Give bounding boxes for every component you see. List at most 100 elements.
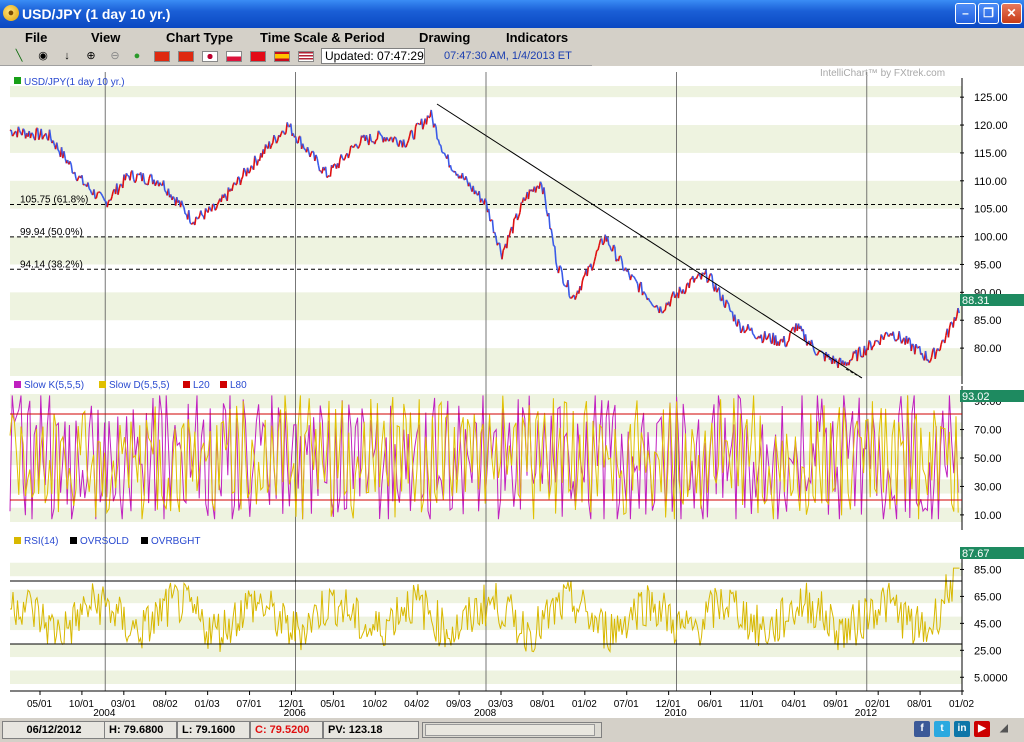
x-tick-label: 01/03 <box>195 699 220 710</box>
price-up-segment <box>279 133 282 138</box>
menu-drawing[interactable]: Drawing <box>419 30 470 45</box>
price-down-segment <box>377 130 381 134</box>
price-up-segment <box>900 340 904 344</box>
line-tool-icon[interactable]: ╲ <box>12 49 26 63</box>
arrow-down-icon[interactable]: ↓ <box>60 49 74 63</box>
price-up-segment <box>662 310 665 314</box>
history-scrollbar[interactable] <box>422 722 602 738</box>
l80-swatch <box>220 381 227 388</box>
chart-area[interactable]: IntelliChart™ by FXtrek.com USD/JPY(1 da… <box>0 66 1024 719</box>
china-flag-icon[interactable] <box>154 51 170 62</box>
target-icon[interactable]: ◉ <box>36 49 50 63</box>
turkey-flag-icon[interactable] <box>250 51 266 62</box>
price-down-segment <box>426 115 430 118</box>
price-up-segment <box>42 134 46 137</box>
price-down-segment <box>642 291 646 294</box>
menu-indicators[interactable]: Indicators <box>506 30 568 45</box>
price-up-segment <box>148 174 152 179</box>
menu-view[interactable]: View <box>91 30 120 45</box>
x-tick-label: 07/01 <box>614 699 639 710</box>
ovrsold-swatch <box>70 537 77 544</box>
fib-level-label: 105.75 (61.8%) <box>20 195 88 206</box>
zoom-out-icon[interactable]: ⊖ <box>108 49 122 63</box>
price-up-segment <box>326 175 329 179</box>
price-down-segment <box>644 292 647 296</box>
price-up-segment <box>248 170 251 174</box>
y-tick-label: 95.00 <box>974 259 1002 271</box>
minimize-button[interactable]: – <box>955 3 976 24</box>
youtube-icon[interactable]: ▶ <box>974 721 990 737</box>
price-down-segment <box>885 331 888 334</box>
price-down-segment <box>480 198 484 202</box>
price-down-segment <box>608 244 611 247</box>
x-tick-label: 01/02 <box>949 699 974 710</box>
rsi-swatch <box>14 537 21 544</box>
japan-flag-icon[interactable] <box>202 51 218 62</box>
y-tick-label: 25.00 <box>974 645 1002 657</box>
rsi-label: RSI(14) <box>24 536 58 547</box>
price-down-segment <box>880 334 884 338</box>
price-down-segment <box>652 305 655 308</box>
chart-svg[interactable]: IntelliChart™ by FXtrek.com USD/JPY(1 da… <box>0 66 1024 719</box>
y-tick-label: 30.00 <box>974 481 1002 493</box>
y-tick-label: 115.00 <box>974 148 1007 160</box>
price-down-segment <box>650 301 653 305</box>
stoch-last-value: 93.02 <box>962 391 990 403</box>
price-up-segment <box>352 145 355 149</box>
price-up-segment <box>76 177 80 182</box>
price-down-segment <box>386 137 389 141</box>
spain-flag-icon[interactable] <box>274 51 290 62</box>
price-down-segment <box>380 134 383 137</box>
resize-grip-icon[interactable]: ◢ <box>996 721 1012 737</box>
price-up-segment <box>894 339 898 342</box>
price-up-segment <box>816 353 818 356</box>
price-up-segment <box>570 295 574 299</box>
x-tick-label: 04/01 <box>781 699 806 710</box>
price-up-segment <box>695 275 699 280</box>
price-down-segment <box>651 304 654 307</box>
y-tick-label: 10.00 <box>974 510 1002 522</box>
y-tick-label: 105.00 <box>974 204 1008 216</box>
price-down-segment <box>911 343 915 346</box>
twitter-icon[interactable]: t <box>934 721 950 737</box>
menu-file[interactable]: File <box>25 30 47 45</box>
price-down-segment <box>908 337 911 340</box>
price-down-segment <box>868 339 872 343</box>
price-up-segment <box>766 335 770 340</box>
window-title: USD/JPY (1 day 10 yr.) <box>22 6 171 22</box>
close-button[interactable]: ✕ <box>1001 3 1022 24</box>
price-up-segment <box>743 330 747 334</box>
status-bar: 06/12/2012 H: 79.6800 L: 79.1600 C: 79.5… <box>0 718 1024 742</box>
price-down-segment <box>172 196 176 200</box>
status-close: C: 79.5200 <box>250 721 323 739</box>
price-up-segment <box>94 197 97 200</box>
price-down-segment <box>273 134 276 139</box>
price-down-segment <box>378 132 382 136</box>
price-down-segment <box>31 132 34 135</box>
price-down-segment <box>710 273 713 276</box>
restore-button[interactable]: ❐ <box>978 3 999 24</box>
price-down-segment <box>647 297 651 302</box>
linkedin-icon[interactable]: in <box>954 721 970 737</box>
price-down-segment <box>439 143 442 146</box>
x-tick-label: 04/02 <box>404 699 429 710</box>
menu-chart-type[interactable]: Chart Type <box>166 30 233 45</box>
price-last-value: 88.31 <box>962 295 990 307</box>
price-down-segment <box>443 152 447 157</box>
price-down-segment <box>753 334 756 339</box>
price-up-segment <box>12 131 16 135</box>
scrollbar-thumb[interactable] <box>425 724 595 736</box>
price-down-segment <box>69 161 72 165</box>
x-year-label: 2012 <box>855 708 878 718</box>
usa-flag-icon[interactable] <box>298 51 314 62</box>
x-tick-label: 05/01 <box>27 699 52 710</box>
facebook-icon[interactable]: f <box>914 721 930 737</box>
status-date: 06/12/2012 <box>2 721 106 739</box>
price-down-segment <box>416 122 419 125</box>
price-up-segment <box>502 247 506 251</box>
zoom-in-icon[interactable]: ⊕ <box>84 49 98 63</box>
poland-flag-icon[interactable] <box>226 51 242 62</box>
color-icon[interactable]: ● <box>130 49 144 63</box>
hongkong-flag-icon[interactable] <box>178 51 194 62</box>
menu-time-scale[interactable]: Time Scale & Period <box>260 30 385 45</box>
